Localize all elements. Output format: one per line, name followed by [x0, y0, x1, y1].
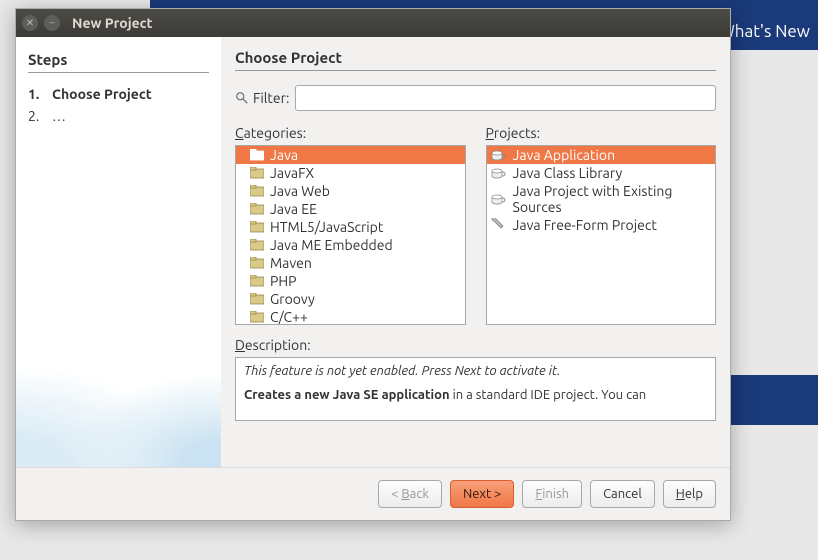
close-icon[interactable]: ✕ [22, 15, 38, 31]
whats-new-label: What's New [719, 22, 810, 41]
minimize-icon[interactable]: – [44, 15, 60, 31]
page-title: Choose Project [235, 49, 716, 71]
categories-label: Categories: [235, 125, 466, 141]
steps-list: 1. Choose Project 2. … [28, 83, 209, 127]
description-box[interactable]: This feature is not yet enabled. Press N… [235, 357, 716, 421]
category-item[interactable]: HTML5/JavaScript [236, 218, 465, 236]
step-item: 1. Choose Project [28, 83, 209, 105]
filter-text: Filter: [253, 90, 289, 106]
main-panel: Choose Project Filter: Categories: JavaJ… [221, 37, 730, 467]
search-icon [235, 91, 249, 105]
step-item: 2. … [28, 105, 209, 127]
project-item[interactable]: Java Project with Existing Sources [487, 182, 716, 216]
description-line2: Creates a new Java SE application in a s… [244, 388, 707, 402]
steps-decoration [16, 347, 221, 467]
category-item[interactable]: Maven [236, 254, 465, 272]
help-button[interactable]: Help [663, 480, 716, 508]
category-item[interactable]: Java Web [236, 182, 465, 200]
description-line1: This feature is not yet enabled. Press N… [244, 364, 707, 378]
filter-row: Filter: [235, 85, 716, 111]
steps-panel: Steps 1. Choose Project 2. … [16, 37, 221, 467]
category-item[interactable]: PHP [236, 272, 465, 290]
finish-button: Finish [522, 480, 582, 508]
project-item[interactable]: Java Class Library [487, 164, 716, 182]
steps-heading: Steps [28, 51, 209, 73]
category-item[interactable]: Java [236, 146, 465, 164]
projects-label: Projects: [486, 125, 717, 141]
project-item[interactable]: Java Free-Form Project [487, 216, 716, 234]
filter-input[interactable] [295, 85, 716, 111]
projects-column: Projects: Java ApplicationJava Class Lib… [486, 125, 717, 325]
description-label: Description: [235, 337, 716, 353]
categories-listbox[interactable]: JavaJavaFXJava WebJava EEHTML5/JavaScrip… [235, 145, 466, 325]
category-item[interactable]: JavaFX [236, 164, 465, 182]
titlebar: ✕ – New Project [16, 9, 730, 37]
category-item[interactable]: C/C++ [236, 308, 465, 325]
step-label: Choose Project [52, 86, 152, 102]
category-item[interactable]: Java ME Embedded [236, 236, 465, 254]
step-number: 2. [28, 108, 44, 124]
next-button[interactable]: Next > [450, 480, 514, 508]
window-title: New Project [72, 15, 153, 31]
step-number: 1. [28, 86, 44, 102]
background-strip [730, 375, 818, 425]
project-item[interactable]: Java Application [487, 146, 716, 164]
button-row: < Back Next > Finish Cancel Help [16, 467, 730, 520]
category-item[interactable]: Java EE [236, 200, 465, 218]
step-label: … [52, 108, 66, 124]
new-project-dialog: ✕ – New Project Steps 1. Choose Project … [15, 8, 731, 521]
projects-listbox[interactable]: Java ApplicationJava Class LibraryJava P… [486, 145, 717, 325]
filter-label: Filter: [235, 90, 289, 106]
categories-column: Categories: JavaJavaFXJava WebJava EEHTM… [235, 125, 466, 325]
back-button: < Back [378, 480, 442, 508]
category-item[interactable]: Groovy [236, 290, 465, 308]
cancel-button[interactable]: Cancel [590, 480, 655, 508]
